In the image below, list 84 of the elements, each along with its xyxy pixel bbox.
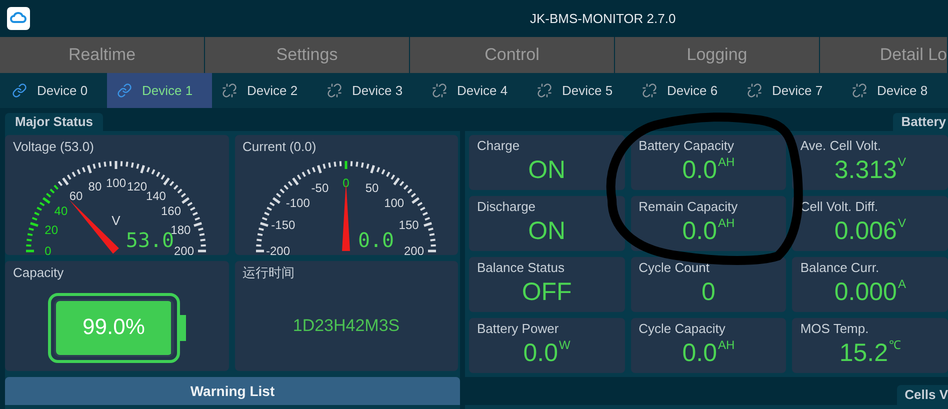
broken-link-icon xyxy=(537,83,552,98)
stat-value: OFF xyxy=(522,277,572,308)
gauge-tick-label: 20 xyxy=(44,222,58,237)
app-logo-icon xyxy=(7,7,30,30)
capacity-title: Capacity xyxy=(12,264,65,281)
link-icon xyxy=(117,83,132,98)
stat-unit: AH xyxy=(718,215,735,231)
broken-link-icon xyxy=(642,83,657,98)
stat-value: 0.0 xyxy=(682,216,718,247)
gauge-title: Current (0.0) xyxy=(242,138,318,155)
stat-label: Cycle Count xyxy=(638,260,710,276)
stat-value: 3.313 xyxy=(834,155,897,186)
gauge-tick-label: 200 xyxy=(174,244,194,255)
stat-unit: W xyxy=(559,337,570,353)
stat-label: Cycle Capacity xyxy=(638,321,726,337)
broken-link-icon xyxy=(852,83,867,98)
broken-link-icon xyxy=(327,83,342,98)
broken-link-icon xyxy=(222,83,237,98)
capacity-reading: 99.0% xyxy=(82,313,145,341)
stat-label: MOS Temp. xyxy=(800,321,870,337)
device-tab[interactable]: Device 8 xyxy=(842,73,947,108)
stat-unit: AH xyxy=(718,337,735,353)
stat-label: Battery Capacity xyxy=(638,138,736,154)
gauge-tick-label: 120 xyxy=(127,179,148,194)
gauge-tick-label: -150 xyxy=(270,218,295,232)
gauge-tick-label: -50 xyxy=(310,181,328,196)
stat-label: Battery Power xyxy=(477,321,560,337)
gauge-unit: V xyxy=(112,213,120,228)
gauge-tick-label: 80 xyxy=(88,179,102,194)
stat-unit: V xyxy=(898,154,906,170)
device-tab[interactable]: Device 7 xyxy=(737,73,842,108)
warning-list-header: Warning List xyxy=(5,377,460,405)
gauge-tick-label: 0 xyxy=(44,244,52,255)
stat-unit: V xyxy=(898,215,906,231)
gauge-reading: 53.0 xyxy=(126,228,174,252)
stat-label: Ave. Cell Volt. xyxy=(800,138,882,154)
stat-value: 0.006 xyxy=(834,216,897,247)
stat-value: 0.0 xyxy=(682,338,718,369)
gauge-tick-label: 100 xyxy=(384,196,404,210)
gauge-tick-label: 140 xyxy=(146,188,166,203)
stat-label: Balance Status xyxy=(477,260,566,276)
gauge-tick-label: 50 xyxy=(364,181,378,196)
gauge-tick-label: 100 xyxy=(106,176,126,190)
device-tab[interactable]: Device 0 xyxy=(2,73,107,108)
gauge-tick-label: 40 xyxy=(54,204,68,218)
section-header: Major Status xyxy=(5,113,104,131)
stat-label: Balance Curr. xyxy=(800,260,880,276)
stat-label: Charge xyxy=(477,138,521,154)
device-tab[interactable]: Device 2 xyxy=(212,73,317,108)
device-tab[interactable]: Device 6 xyxy=(632,73,737,108)
device-tab[interactable]: Device 1 xyxy=(107,73,212,108)
stat-unit: A xyxy=(898,276,906,292)
stat-label: Remain Capacity xyxy=(638,199,739,215)
stat-unit: AH xyxy=(718,154,735,170)
window-title: JK-BMS-MONITOR 2.7.0 xyxy=(530,10,676,28)
stat-label: Discharge xyxy=(477,199,537,215)
device-tab[interactable]: Device 4 xyxy=(422,73,527,108)
stat-value: ON xyxy=(528,155,566,186)
stat-value: 0.0 xyxy=(682,155,718,186)
gauge-tick-label: 150 xyxy=(398,218,418,232)
stat-unit: ℃ xyxy=(889,337,901,353)
stat-value: 0.000 xyxy=(834,277,897,308)
runtime-value: 1D23H42M3S xyxy=(292,315,400,338)
stat-value: 0 xyxy=(702,277,716,308)
device-tab[interactable]: Device 3 xyxy=(317,73,422,108)
device-tab[interactable]: Device 5 xyxy=(527,73,632,108)
section-header: Cells V xyxy=(896,385,948,405)
gauge-reading: 0.0 xyxy=(357,228,394,252)
runtime-title: 运行时间 xyxy=(242,264,296,281)
broken-link-icon xyxy=(747,83,762,98)
gauge-tick-label: 60 xyxy=(69,188,83,203)
gauge-tick-label: 0 xyxy=(342,176,349,190)
stat-value: 15.2 xyxy=(839,338,888,369)
broken-link-icon xyxy=(432,83,447,98)
gauge-tick-label: -100 xyxy=(285,196,310,210)
gauge-needle xyxy=(68,199,119,254)
stat-value: ON xyxy=(528,216,566,247)
gauge-title: Voltage (53.0) xyxy=(12,138,95,155)
gauge-tick-label: 160 xyxy=(161,204,182,218)
section-header: Battery xyxy=(893,113,948,131)
link-icon xyxy=(12,83,27,98)
gauge-tick-label: -200 xyxy=(265,244,290,255)
gauge-tick-label: 200 xyxy=(403,244,424,255)
stat-value: 0.0 xyxy=(523,338,558,369)
